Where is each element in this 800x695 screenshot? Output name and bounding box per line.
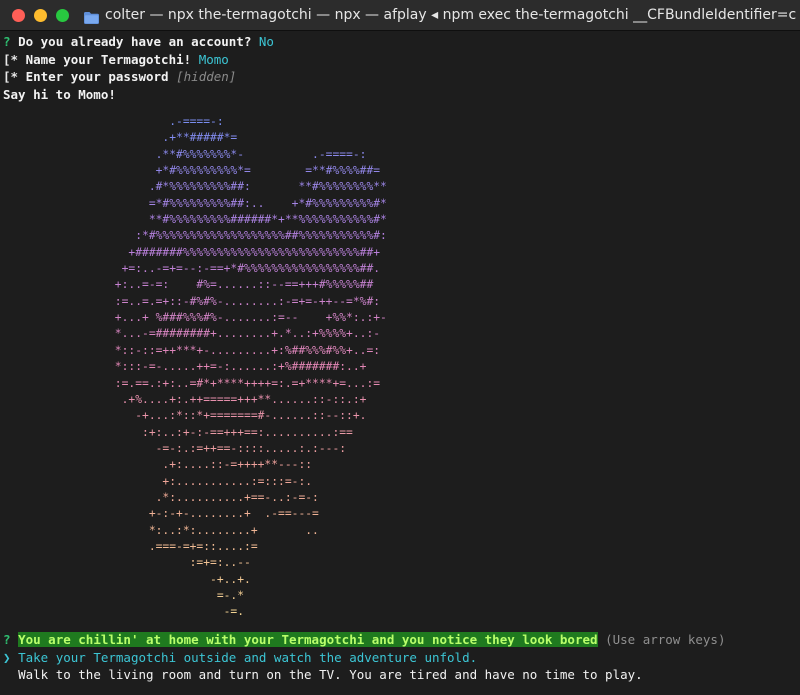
- window-controls: [12, 8, 69, 22]
- greeting-line: Say hi to Momo!: [3, 86, 116, 102]
- choice-label: Walk to the living room and turn on the …: [18, 667, 643, 682]
- account-answer: No: [258, 34, 274, 49]
- activity-question: You are chillin' at home with your Terma…: [18, 632, 598, 647]
- ascii-art-line: -=.: [74, 605, 245, 619]
- ascii-art-line: **#%%%%%%%%%######*+**%%%%%%%%%%%#*: [74, 213, 387, 227]
- name-prompt-line: [* Name your Termagotchi! Momo: [3, 51, 229, 69]
- done-marker: [*: [3, 69, 19, 84]
- terminal-output[interactable]: ? Do you already have an account? No [* …: [0, 31, 800, 695]
- ascii-art-line: .+%....+:.++=====+++**......::-::.:+: [74, 392, 367, 406]
- ascii-art-line: *:..:*:........+ ..: [74, 523, 319, 537]
- ascii-art-line: +*#%%%%%%%%%*= =**#%%%%##=: [74, 164, 381, 178]
- selection-pointer-icon: ❯: [3, 649, 11, 665]
- title-bar[interactable]: colter — npx the-termagotchi — npx — afp…: [0, 0, 800, 31]
- name-answer: Momo: [198, 51, 229, 67]
- ascii-art-line: *:::-=-.....++=-:......:+%#######:..+: [74, 360, 367, 374]
- question-marker: ?: [3, 34, 11, 49]
- ascii-art-line: :=.==.:+:..=#*+****++++=:.=+****+=...:=: [74, 376, 381, 390]
- ascii-art-line: .#*%%%%%%%%%##: **#%%%%%%%%**: [74, 180, 387, 194]
- ascii-art-line: +-:-+-........+ .-==---=: [74, 507, 319, 521]
- termagotchi-ascii-art: .-====-: .+**#####*= .**#%%%%%%%*- .-===…: [74, 114, 387, 621]
- ascii-art-line: *::-::=++***+-.........+:%##%%%#%%+..=:: [74, 343, 381, 357]
- folder-icon: [84, 9, 99, 24]
- arrow-keys-hint: (Use arrow keys): [605, 632, 726, 647]
- ascii-art-line: +...+ %###%%%#%-.......:=-- +%%*:.:+-: [74, 311, 387, 325]
- terminal-window: colter — npx the-termagotchi — npx — afp…: [0, 0, 800, 695]
- ascii-art-line: .===-=+=::....:=: [74, 539, 258, 553]
- choice-outside[interactable]: ❯ Take your Termagotchi outside and watc…: [3, 649, 477, 667]
- ascii-art-line: :+:..:+-:-==+++==:..........:==: [74, 425, 353, 439]
- done-marker: [*: [3, 51, 19, 67]
- ascii-art-line: +:..=-=: #%=......::--==+++#%%%%%##: [74, 278, 374, 292]
- question-marker: ?: [3, 632, 11, 647]
- ascii-art-line: -+..+.: [74, 572, 251, 586]
- ascii-art-line: .*:..........+==-..:-=-:: [74, 490, 319, 504]
- choice-tv[interactable]: Walk to the living room and turn on the …: [3, 666, 643, 684]
- choice-label: Take your Termagotchi outside and watch …: [18, 649, 478, 665]
- ascii-art-line: .-====-:: [74, 115, 224, 128]
- ascii-art-line: -=-:.:=++==-::::.....:.:---:: [74, 441, 347, 455]
- minimize-window-button[interactable]: [34, 8, 47, 22]
- ascii-art-line: =*#%%%%%%%%%##:.. +*#%%%%%%%%%#*: [74, 196, 387, 210]
- ascii-art-line: .+**#####*=: [74, 131, 238, 145]
- ascii-art-line: *...-=########+........+.*..:+%%%%+..:-: [74, 327, 381, 341]
- ascii-art-line: +=:..-=+=--:-==+*#%%%%%%%%%%%%%%%%%##.: [74, 262, 381, 276]
- window-title: colter — npx the-termagotchi — npx — afp…: [105, 7, 797, 23]
- ascii-art-line: :=..=.=+::-#%#%-........:-=+=-++--=*%#:: [74, 294, 381, 308]
- zoom-window-button[interactable]: [56, 8, 69, 22]
- ascii-art-line: :=+=:..--: [74, 556, 251, 570]
- password-question: Enter your password: [25, 69, 169, 84]
- close-window-button[interactable]: [12, 8, 25, 22]
- ascii-art-line: +:...........:=:::=-:.: [74, 474, 313, 488]
- account-question: Do you already have an account?: [18, 34, 252, 49]
- ascii-art-line: =-.*: [74, 588, 245, 602]
- name-question: Name your Termagotchi!: [25, 51, 192, 67]
- ascii-art-line: -+...:*::*+=======#-......::--::+.: [74, 409, 367, 423]
- ascii-art-line: +#######%%%%%%%%%%%%%%%%%%%%%%%%%%##+: [74, 245, 381, 259]
- account-prompt-line: ? Do you already have an account? No: [3, 33, 274, 51]
- ascii-art-line: .**#%%%%%%%*- .-====-:: [74, 147, 367, 161]
- activity-prompt-line: ? You are chillin' at home with your Ter…: [3, 631, 726, 649]
- ascii-art-line: .+:....::-=++++**---::: [74, 458, 313, 472]
- ascii-art-line: :*#%%%%%%%%%%%%%%%%%%%##%%%%%%%%%%%#:: [74, 229, 387, 243]
- password-prompt-line: [* Enter your password [hidden]: [3, 68, 236, 86]
- password-hidden-hint: [hidden]: [176, 69, 237, 84]
